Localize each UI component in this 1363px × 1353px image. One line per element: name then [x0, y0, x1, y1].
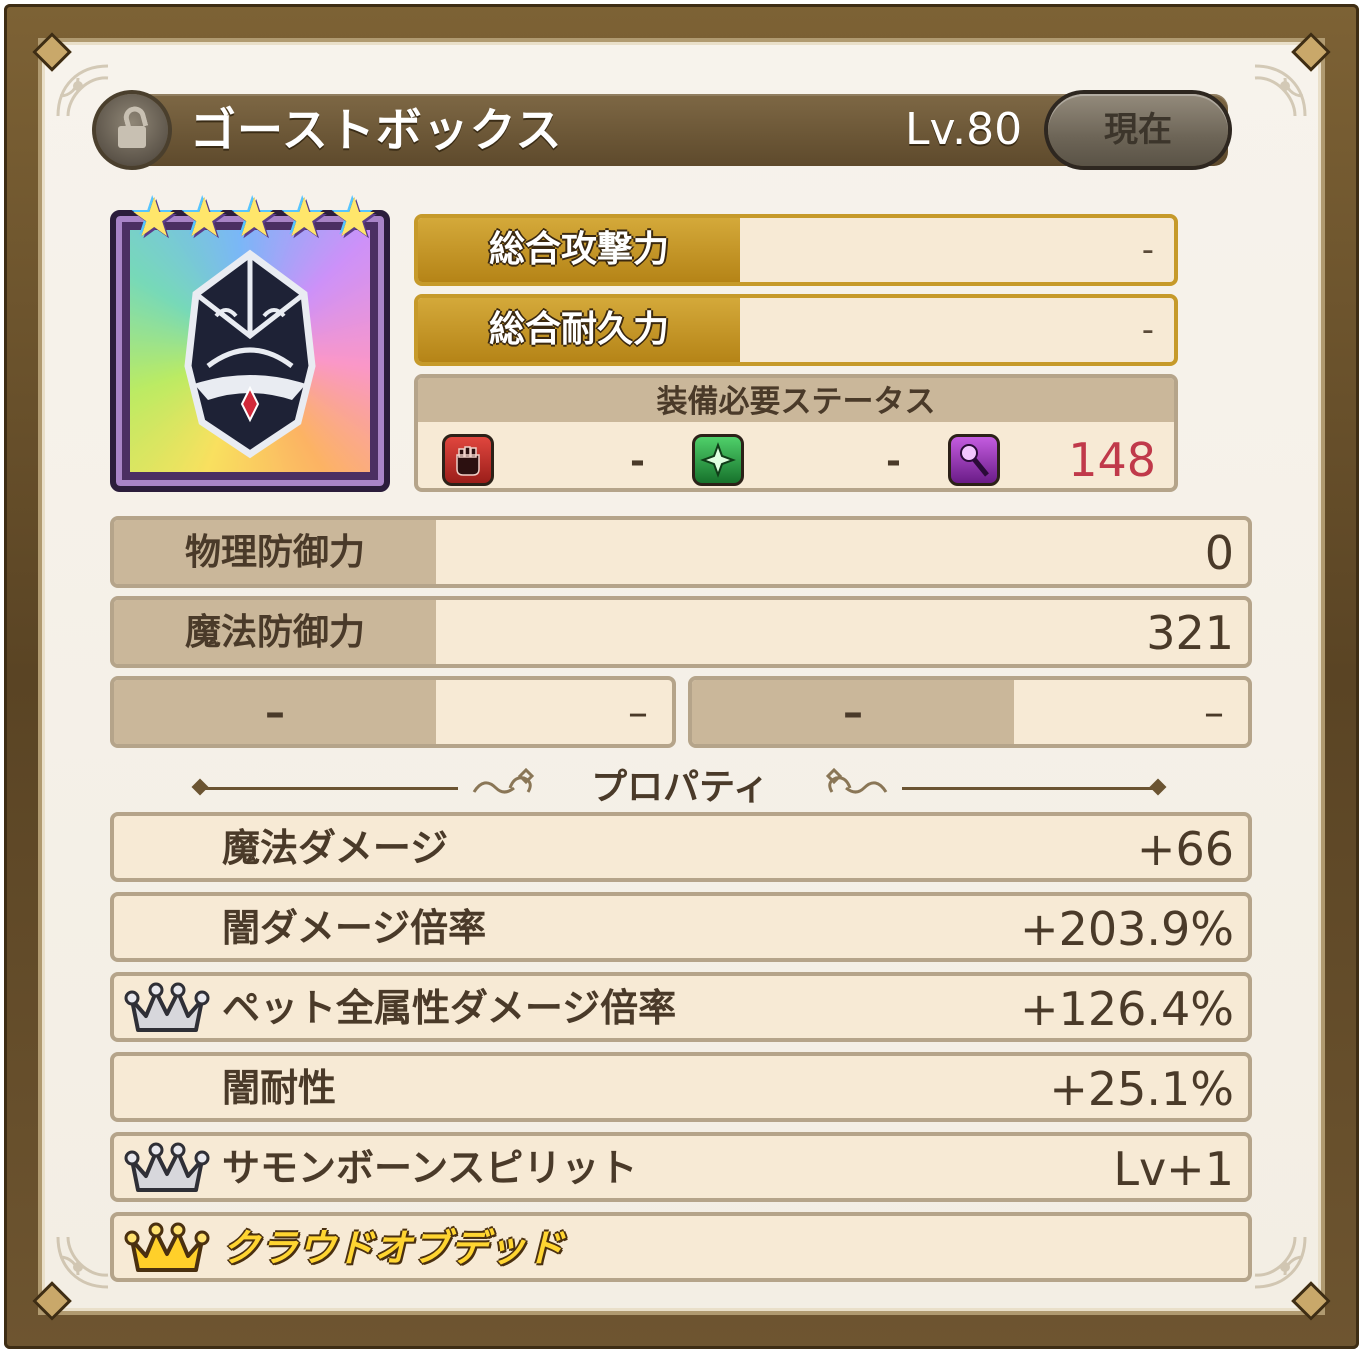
fist-icon: [442, 434, 494, 486]
physical-defense-value: 0: [1204, 526, 1234, 580]
divider-line: [902, 787, 1158, 790]
magic-defense-value: 321: [1146, 606, 1234, 660]
set-bonus-name: クラウドオブデッド: [222, 1226, 565, 1270]
star-icon: ★: [230, 186, 279, 249]
strength-value: -: [630, 441, 645, 482]
star-icon: ★: [330, 186, 379, 249]
extra-stat-row: – –: [688, 676, 1252, 748]
total-attack-value: -: [1141, 230, 1154, 270]
extra-stat-value: –: [1204, 690, 1224, 736]
star-sparkle-icon: [692, 434, 744, 486]
property-label: サモンボーンスピリット: [222, 1146, 638, 1190]
current-button[interactable]: 現在: [1048, 94, 1228, 166]
item-name: ゴーストボックス: [190, 103, 563, 157]
item-icon-frame[interactable]: [110, 210, 390, 492]
ghost-box-icon: [184, 249, 316, 459]
gold-crown-icon: [124, 1222, 210, 1272]
total-durability-label: 総合耐久力: [418, 298, 740, 362]
staff-icon: [948, 434, 1000, 486]
set-bonus-row[interactable]: クラウドオブデッド: [110, 1212, 1252, 1282]
total-durability-row: 総合耐久力 -: [414, 294, 1178, 366]
magic-defense-label: 魔法防御力: [114, 600, 436, 664]
total-attack-label: 総合攻撃力: [418, 218, 740, 282]
extra-stat-label: –: [114, 680, 436, 744]
property-label: 闇耐性: [222, 1066, 337, 1110]
requirements-title: 装備必要ステータス: [418, 378, 1174, 422]
property-row: 闇ダメージ倍率 +203.9%: [110, 892, 1252, 962]
property-row: ペット全属性ダメージ倍率 +126.4%: [110, 972, 1252, 1042]
property-value: Lv+1: [1113, 1142, 1234, 1196]
total-durability-value: -: [1141, 310, 1154, 350]
property-value: +66: [1136, 822, 1234, 876]
property-value: +126.4%: [1020, 982, 1234, 1036]
extra-stat-label: –: [692, 680, 1014, 744]
star-icon: ★: [130, 186, 179, 249]
unlock-icon[interactable]: [96, 94, 168, 166]
properties-header: プロパティ: [190, 760, 1170, 816]
property-label: 魔法ダメージ: [222, 826, 449, 870]
corner-flourish-icon: [1254, 1236, 1307, 1289]
property-row: サモンボーンスピリット Lv+1: [110, 1132, 1252, 1202]
property-row: 魔法ダメージ +66: [110, 812, 1252, 882]
corner-flourish-icon: [1254, 64, 1307, 117]
corner-flourish-icon: [56, 1236, 109, 1289]
flourish-icon: [825, 768, 888, 794]
property-value: +25.1%: [1049, 1062, 1234, 1116]
item-level: Lv.80: [905, 104, 1023, 155]
dexterity-value: -: [886, 441, 901, 482]
equip-requirements: 装備必要ステータス - - 148: [414, 374, 1178, 492]
physical-defense-row: 物理防御力 0: [110, 516, 1252, 588]
silver-crown-icon: [124, 1142, 210, 1192]
extra-stat-row: – –: [110, 676, 676, 748]
property-value: +203.9%: [1020, 902, 1234, 956]
property-label: 闇ダメージ倍率: [222, 906, 487, 950]
extra-stat-value: –: [628, 690, 648, 736]
star-icon: ★: [180, 186, 229, 249]
intelligence-value: 148: [1068, 433, 1156, 487]
physical-defense-label: 物理防御力: [114, 520, 436, 584]
property-label: ペット全属性ダメージ倍率: [222, 986, 677, 1030]
magic-defense-row: 魔法防御力 321: [110, 596, 1252, 668]
silver-crown-icon: [124, 982, 210, 1032]
property-row: 闇耐性 +25.1%: [110, 1052, 1252, 1122]
total-attack-row: 総合攻撃力 -: [414, 214, 1178, 286]
star-icon: ★: [280, 186, 329, 249]
